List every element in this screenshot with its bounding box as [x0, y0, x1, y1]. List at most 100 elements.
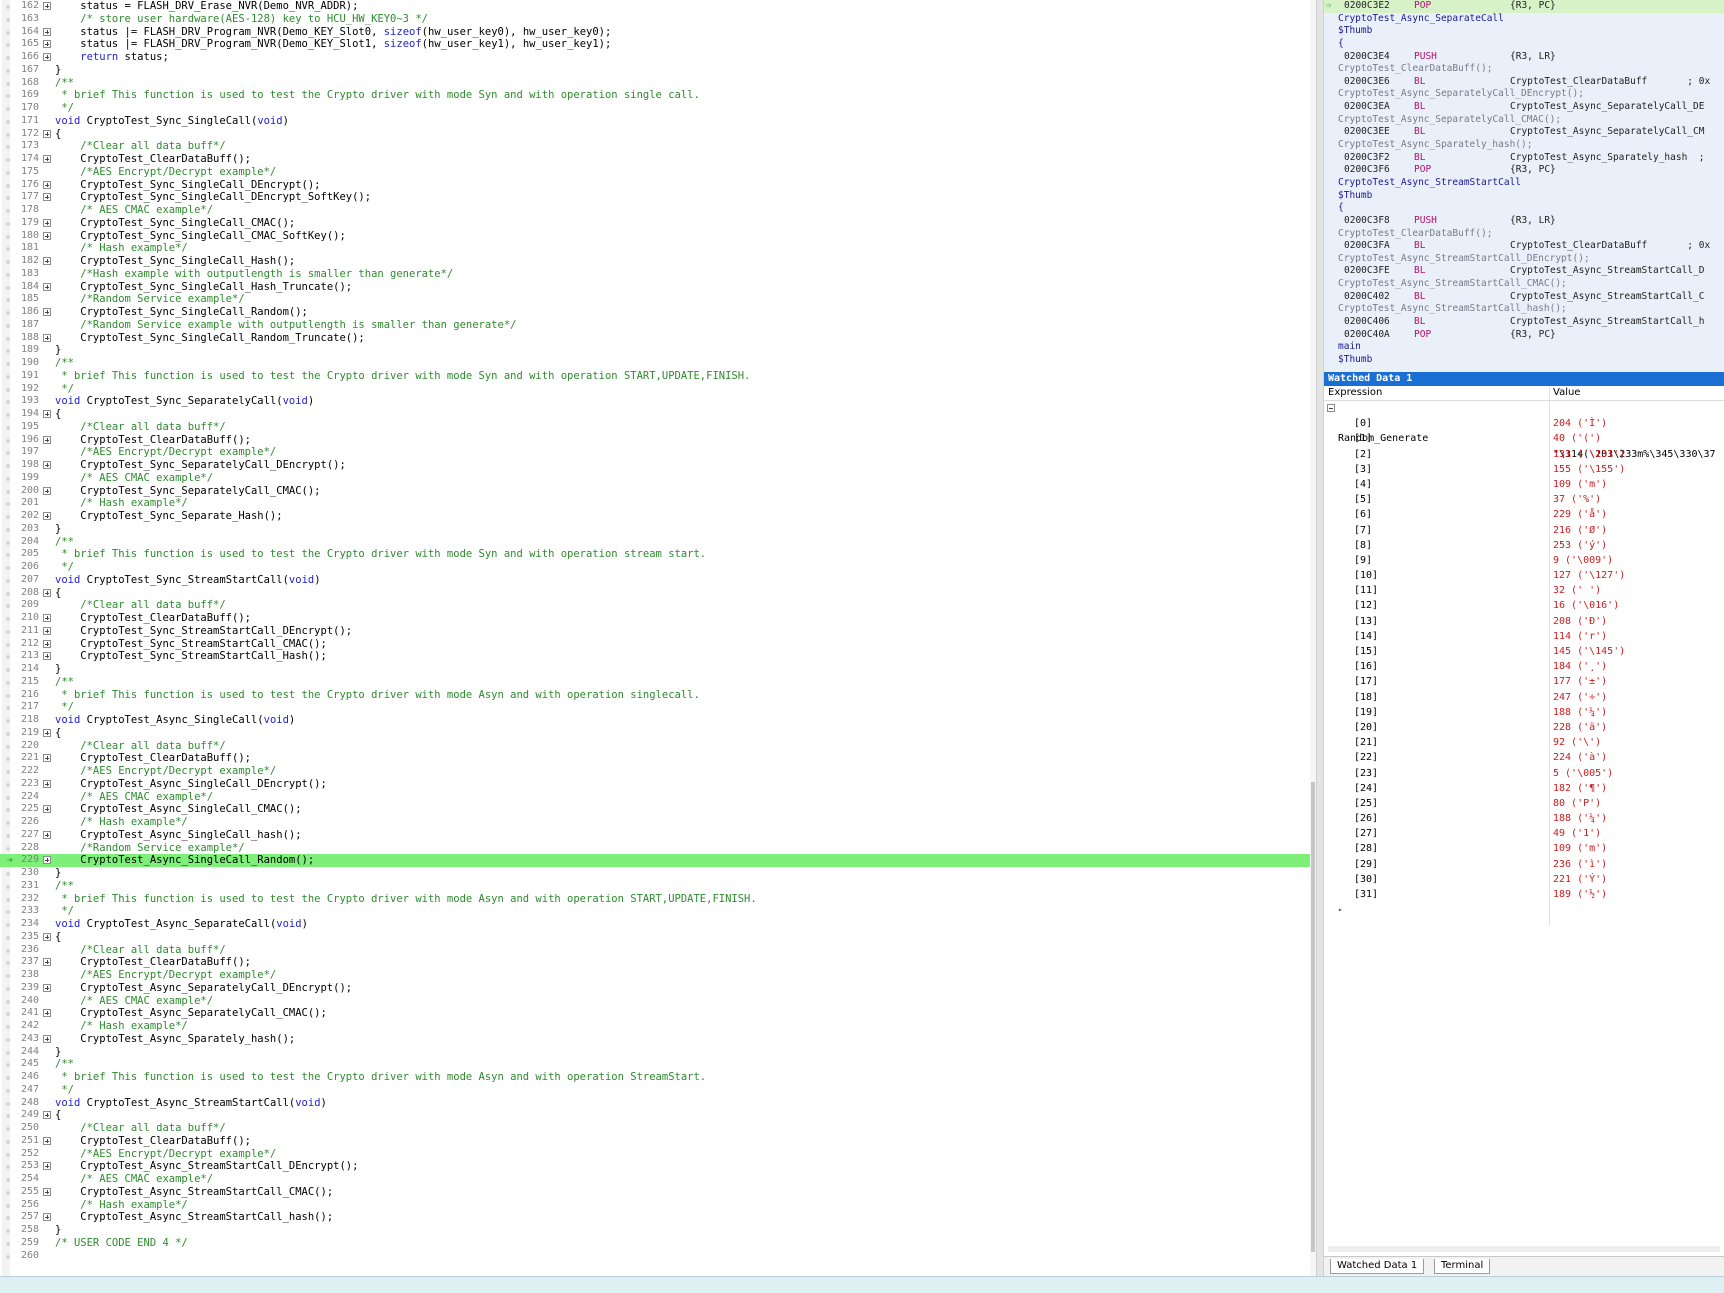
breakpoint-slot[interactable]	[6, 413, 10, 417]
breakpoint-slot[interactable]	[6, 591, 10, 596]
breakpoint-slot[interactable]	[6, 719, 10, 723]
code-line[interactable]: 167}	[0, 64, 1316, 77]
breakpoint-slot[interactable]	[6, 349, 10, 354]
code-line[interactable]: 201 /* Hash example*/	[0, 497, 1316, 510]
code-line[interactable]: 215 /**	[0, 676, 1316, 689]
breakpoint-slot[interactable]	[6, 515, 10, 519]
fold-expand-icon[interactable]	[43, 1009, 51, 1018]
code-line[interactable]: 214}	[0, 663, 1316, 676]
breakpoint-slot[interactable]	[6, 247, 10, 252]
watch-item-row[interactable]: [11] 32 (' ')	[1324, 583, 1724, 598]
disassembly-instruction[interactable]: 0200C3EE BL CryptoTest_Async_SeparatelyCal…	[1324, 126, 1724, 139]
tab-terminal[interactable]: Terminal	[1434, 1259, 1491, 1274]
breakpoint-slot[interactable]	[6, 1203, 10, 1208]
watch-item-row[interactable]: [17] 177 ('±')	[1324, 674, 1724, 689]
fold-expand-icon[interactable]	[43, 1187, 51, 1196]
code-line[interactable]: 232 * brief This function is used to tes…	[0, 893, 1316, 906]
breakpoint-slot[interactable]	[6, 642, 10, 647]
fold-expand-icon[interactable]	[43, 218, 51, 227]
code-line[interactable]: 238 /*AES Encrypt/Decrypt example*/	[0, 969, 1316, 982]
code-line[interactable]: 162 status = FLASH_DRV_Erase_NVR(Demo_NV…	[0, 0, 1316, 13]
breakpoint-slot[interactable]	[6, 476, 10, 481]
fold-expand-icon[interactable]	[43, 932, 51, 941]
code-line[interactable]: 192 */	[0, 383, 1316, 396]
fold-expand-icon[interactable]	[43, 1213, 51, 1222]
code-line[interactable]: 243 CryptoTest_Async_Sparately_hash();	[0, 1033, 1316, 1046]
watch-item-row[interactable]: [31] 189 ('½')	[1324, 887, 1724, 902]
fold-expand-icon[interactable]	[43, 958, 51, 967]
breakpoint-slot[interactable]	[6, 744, 10, 749]
breakpoint-slot[interactable]	[6, 833, 10, 838]
code-line[interactable]: 202 CryptoTest_Sync_Separate_Hash();	[0, 510, 1316, 523]
fold-expand-icon[interactable]	[43, 1034, 51, 1043]
code-line[interactable]: 207 void CryptoTest_Sync_StreamStartCall(…	[0, 574, 1316, 587]
code-line[interactable]: 175 /*AES Encrypt/Decrypt example*/	[0, 166, 1316, 179]
code-line[interactable]: 257 CryptoTest_Async_StreamStartCall_has…	[0, 1211, 1316, 1224]
watch-item-row[interactable]: [24] 182 ('¶')	[1324, 781, 1724, 796]
breakpoint-slot[interactable]	[6, 1178, 10, 1182]
code-line[interactable]: 234 void CryptoTest_Async_SeparateCall(vo…	[0, 918, 1316, 931]
disassembly-label[interactable]: CryptoTest_Async_SeparateCall	[1324, 13, 1724, 26]
code-line[interactable]: 199 /* AES CMAC example*/	[0, 472, 1316, 485]
code-line[interactable]: 206 */	[0, 561, 1316, 574]
code-line[interactable]: 218 void CryptoTest_Async_SingleCall(void…	[0, 714, 1316, 727]
breakpoint-slot[interactable]	[6, 196, 10, 201]
breakpoint-slot[interactable]	[6, 502, 10, 507]
tab-watched-data-1[interactable]: Watched Data 1	[1330, 1259, 1425, 1274]
breakpoint-slot[interactable]	[6, 872, 10, 876]
breakpoint-slot[interactable]	[6, 974, 10, 978]
breakpoint-slot[interactable]	[6, 629, 10, 634]
code-line[interactable]: 194 {	[0, 408, 1316, 421]
fold-expand-icon[interactable]	[43, 193, 51, 202]
disassembly-panel[interactable]: ⇨ 0200C3E2 POP {R3, PC} CryptoTest_Async_Sep…	[1324, 0, 1724, 372]
fold-expand-icon[interactable]	[43, 461, 51, 469]
code-line[interactable]: 173 /*Clear all data buff*/	[0, 140, 1316, 153]
code-line[interactable]: 204 /**	[0, 536, 1316, 549]
code-line[interactable]: 239 CryptoTest_Async_SeparatelyCall_DEnc…	[0, 982, 1316, 995]
breakpoint-slot[interactable]	[6, 5, 10, 9]
code-line[interactable]: 252 /*AES Encrypt/Decrypt example*/	[0, 1148, 1316, 1161]
breakpoint-slot[interactable]	[6, 170, 10, 175]
add-expression-row[interactable]: ▸	[1324, 902, 1724, 917]
breakpoint-slot[interactable]	[6, 209, 10, 213]
breakpoint-slot[interactable]	[6, 464, 10, 468]
disassembly-label[interactable]: $Thumb	[1324, 190, 1724, 203]
code-line[interactable]: 177 CryptoTest_Sync_SingleCall_DEncrypt_…	[0, 191, 1316, 204]
breakpoint-slot[interactable]	[6, 782, 10, 787]
code-line[interactable]: 186 CryptoTest_Sync_SingleCall_Random();	[0, 306, 1316, 319]
breakpoint-slot[interactable]	[6, 757, 10, 762]
breakpoint-slot[interactable]	[6, 1025, 10, 1029]
watch-item-row[interactable]: [15] 145 ('\145')	[1324, 644, 1724, 659]
fold-expand-icon[interactable]	[43, 639, 51, 648]
disassembly-instruction[interactable]: 0200C40A POP {R3, PC}	[1324, 329, 1724, 342]
breakpoint-slot[interactable]	[6, 1114, 10, 1119]
breakpoint-slot[interactable]	[6, 183, 10, 188]
breakpoint-slot[interactable]	[6, 731, 10, 736]
code-line[interactable]: 230}	[0, 867, 1316, 880]
fold-expand-icon[interactable]	[43, 1162, 51, 1171]
fold-expand-icon[interactable]	[43, 333, 51, 342]
code-line[interactable]: 227 CryptoTest_Async_SingleCall_hash();	[0, 829, 1316, 842]
code-line[interactable]: 209 /*Clear all data buff*/	[0, 599, 1316, 612]
code-line[interactable]: 255 CryptoTest_Async_StreamStartCall_CMA…	[0, 1186, 1316, 1199]
fold-expand-icon[interactable]	[43, 614, 51, 622]
code-line[interactable]: 187 /*Random Service example with output…	[0, 319, 1316, 332]
watch-item-row[interactable]: [30] 221 ('Ý')	[1324, 872, 1724, 887]
watch-item-row[interactable]: [3] 155 ('\155')	[1324, 462, 1724, 477]
code-line[interactable]: 242 /* Hash example*/	[0, 1020, 1316, 1033]
code-line[interactable]: 191 * brief This function is used to tes…	[0, 370, 1316, 383]
code-line[interactable]: 224 /* AES CMAC example*/	[0, 791, 1316, 804]
breakpoint-slot[interactable]	[6, 1139, 10, 1144]
disassembly-source-line[interactable]: CryptoTest_Async_StreamStartCall_hash();	[1324, 303, 1724, 316]
code-line[interactable]: 231 /**	[0, 880, 1316, 893]
fold-expand-icon[interactable]	[43, 155, 51, 163]
watch-horizontal-scrollbar[interactable]	[1328, 1246, 1720, 1252]
code-line[interactable]: 193 void CryptoTest_Sync_SeparatelyCall(v…	[0, 395, 1316, 408]
breakpoint-slot[interactable]	[6, 668, 10, 672]
code-line[interactable]: 210 CryptoTest_ClearDataBuff();	[0, 612, 1316, 625]
breakpoint-slot[interactable]	[6, 923, 10, 927]
fold-expand-icon[interactable]	[43, 410, 51, 418]
disassembly-source-line[interactable]: CryptoTest_ClearDataBuff();	[1324, 63, 1724, 76]
fold-expand-icon[interactable]	[43, 2, 51, 10]
code-line[interactable]: 170 */	[0, 102, 1316, 115]
